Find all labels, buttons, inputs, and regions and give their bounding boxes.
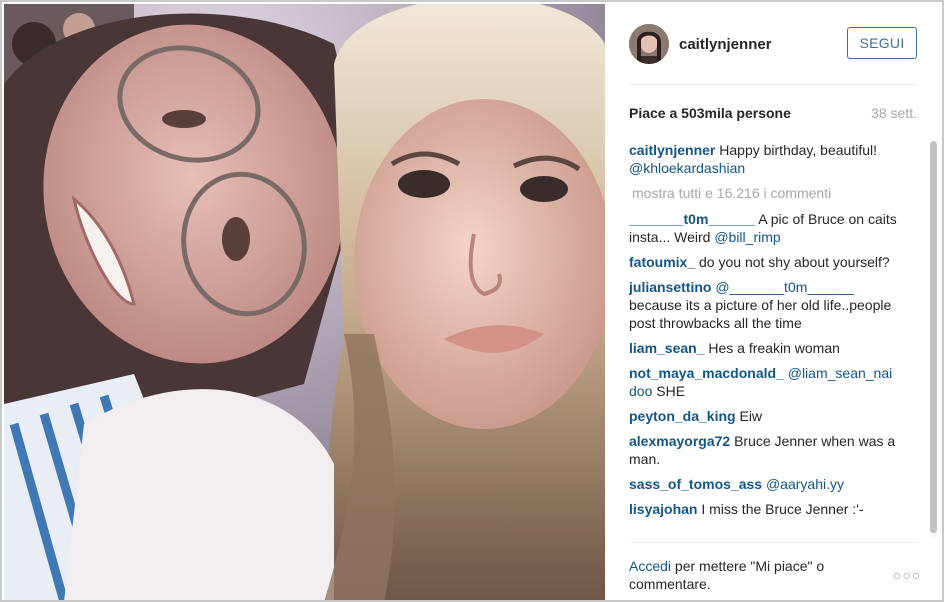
comment-item: _______t0m______ A pic of Bruce on caits…: [629, 210, 907, 246]
comment-item: peyton_da_king Eiw: [629, 407, 907, 425]
post-username[interactable]: caitlynjenner: [679, 36, 772, 53]
comment-username[interactable]: sass_of_tomos_ass: [629, 476, 762, 492]
post-photo[interactable]: [4, 4, 605, 600]
comment-item: sass_of_tomos_ass @aaryahi.yy: [629, 475, 907, 493]
comment-username[interactable]: alexmayorga72: [629, 433, 730, 449]
post-side-panel: caitlynjenner SEGUI Piace a 503mila pers…: [605, 4, 942, 600]
comment-item: not_maya_macdonald_ @liam_sean_nai doo S…: [629, 364, 907, 400]
comment-item: alexmayorga72 Bruce Jenner when was a ma…: [629, 432, 907, 468]
avatar[interactable]: [629, 24, 669, 64]
post-window: caitlynjenner SEGUI Piace a 503mila pers…: [0, 0, 944, 602]
comment-text: do you not shy about yourself?: [695, 254, 890, 270]
login-link[interactable]: Accedi: [629, 558, 671, 574]
comment-mention[interactable]: @aaryahi.yy: [766, 476, 844, 492]
comment-username[interactable]: _______t0m______: [629, 211, 755, 227]
show-all-comments-link[interactable]: mostra tutti e 16.216 i commenti: [632, 184, 907, 202]
likes-count[interactable]: Piace a 503mila persone: [629, 105, 791, 121]
selfie-image: [4, 4, 605, 600]
comment-item: liam_sean_ Hes a freakin woman: [629, 339, 907, 357]
comment-username[interactable]: liam_sean_: [629, 340, 705, 356]
comments-scrollbar[interactable]: [930, 141, 937, 538]
comment-item: juliansettino @_______t0m______ because …: [629, 278, 907, 332]
comment-item: lisyajohan I miss the Bruce Jenner :'-: [629, 500, 907, 518]
comment-mention[interactable]: @bill_rimp: [714, 229, 780, 245]
comment-username[interactable]: juliansettino: [629, 279, 711, 295]
comment-username[interactable]: caitlynjenner: [629, 142, 715, 158]
avatar-image: [629, 24, 669, 64]
comment-text: Happy birthday, beautiful!: [715, 142, 877, 158]
comment-item: caitlynjenner Happy birthday, beautiful!…: [629, 141, 907, 177]
post-time[interactable]: 38 sett.: [871, 105, 917, 121]
more-options-icon[interactable]: ○○○: [893, 567, 921, 583]
comment-mention[interactable]: @_______t0m______: [715, 279, 854, 295]
comment-username[interactable]: peyton_da_king: [629, 408, 736, 424]
comment-username[interactable]: not_maya_macdonald_: [629, 365, 784, 381]
comment-text: Hes a freakin woman: [704, 340, 840, 356]
follow-button[interactable]: SEGUI: [847, 27, 917, 59]
comment-username[interactable]: lisyajohan: [629, 501, 697, 517]
comment-text: I miss the Bruce Jenner :'-: [697, 501, 864, 517]
comment-mention[interactable]: @khloekardashian: [629, 160, 745, 176]
comment-text: Eiw: [735, 408, 763, 424]
post-footer: Accedi per mettere "Mi piace" o commenta…: [629, 542, 921, 600]
comments-list[interactable]: caitlynjenner Happy birthday, beautiful!…: [629, 141, 907, 537]
login-prompt: Accedi per mettere "Mi piace" o commenta…: [629, 557, 859, 593]
scrollbar-thumb[interactable]: [930, 141, 937, 533]
post-header: caitlynjenner SEGUI: [629, 4, 917, 85]
comment-text: because its a picture of her old life..p…: [629, 297, 892, 331]
comment-text: SHE: [652, 383, 686, 399]
comment-username[interactable]: fatoumix_: [629, 254, 695, 270]
post-stats: Piace a 503mila persone 38 sett.: [629, 102, 917, 126]
comment-item: fatoumix_ do you not shy about yourself?: [629, 253, 907, 271]
